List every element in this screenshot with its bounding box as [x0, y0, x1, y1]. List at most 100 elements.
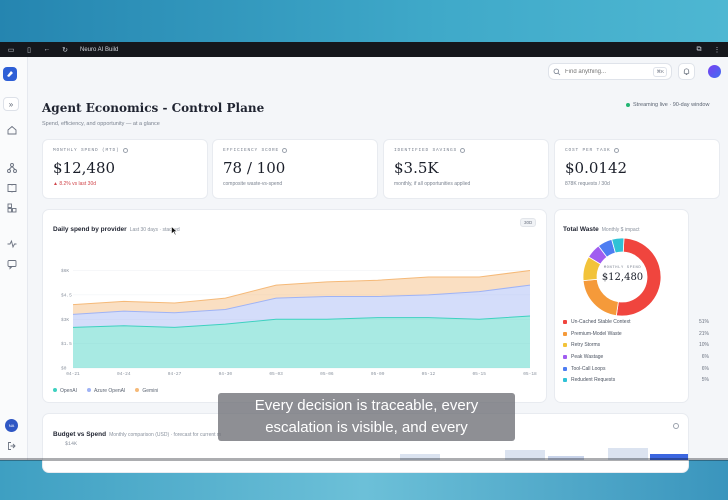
waste-item-label: Un-Cached Stable Context	[571, 318, 631, 325]
home-icon[interactable]	[6, 123, 18, 135]
legend-item-azure-openai[interactable]: Azure OpenAI	[86, 388, 125, 394]
page-title: Agent Economics - Control Plane	[42, 101, 265, 115]
legend-swatch	[563, 343, 567, 348]
y-axis-top-label: $14K	[65, 441, 78, 447]
info-icon[interactable]	[282, 148, 288, 153]
back-arrow-icon[interactable]: ←	[42, 45, 52, 54]
donut-center-label: MONTHLY SPEND	[603, 266, 642, 270]
window-edge	[0, 458, 728, 461]
video-caption: Every decision is traceable, every escal…	[218, 393, 515, 441]
search-input[interactable]	[565, 68, 645, 75]
activity-icon[interactable]	[6, 237, 18, 249]
user-avatar[interactable]: NA	[5, 419, 18, 432]
legend-swatch	[563, 366, 567, 371]
card-subtitle: Monthly comparison (USD) · forecast for …	[109, 432, 222, 438]
waste-item-label: Peak Wastage	[571, 353, 604, 360]
streaming-status: Streaming live · 90-day window	[626, 102, 709, 108]
kpi-card-monthly-spend[interactable]: MONTHLY SPEND (MTD) $12,480 ▲ 8.2% vs la…	[42, 139, 208, 199]
waste-item[interactable]: Premium-Model Waste 21%	[563, 328, 709, 340]
waste-item-label: Retry Storms	[571, 342, 601, 349]
x-tick-label: 04-27	[168, 371, 182, 377]
search-shortcut: ⌘K	[653, 66, 667, 77]
layers-icon[interactable]	[6, 201, 18, 213]
desktop-wallpaper-top	[0, 0, 728, 42]
waste-item-label: Tool-Call Loops	[571, 365, 606, 372]
network-icon[interactable]	[6, 161, 18, 173]
page-subtitle: Spend, efficiency, and opportunity — at …	[42, 121, 160, 127]
bell-icon	[683, 68, 690, 75]
waste-item[interactable]: Tool-Call Loops 6%	[563, 363, 709, 375]
kpi-note: monthly, if all opportunities applied	[394, 181, 471, 187]
waste-item[interactable]: Peak Wastage 6%	[563, 351, 709, 363]
x-tick-label: 04-21	[66, 371, 80, 377]
total-waste-card: Total Waste Monthly $ impact MONTHLY SPEN…	[554, 209, 709, 403]
legend-swatch	[563, 319, 567, 324]
chart-legend: OpenAI Azure OpenAI Gemini	[53, 388, 158, 394]
x-tick-label: 05-18	[523, 371, 537, 377]
daily-spend-card: Daily spend by provider Last 30 days · st…	[42, 209, 547, 403]
caption-line-1: Every decision is traceable, every	[254, 397, 479, 414]
kpi-label: MONTHLY SPEND (MTD)	[53, 148, 120, 153]
sidebar-toggle-icon[interactable]: ▯	[24, 45, 34, 54]
window-menu-icon[interactable]: ▭	[6, 45, 16, 54]
info-icon[interactable]	[673, 423, 679, 429]
book-icon[interactable]	[6, 181, 18, 193]
x-tick-label: 05-03	[269, 371, 283, 377]
title-bar: ▭ ▯ ← ↻ Neuro AI Build ⧉ ⋮	[0, 42, 728, 57]
kpi-note: composite waste-vs-spend	[223, 181, 283, 187]
waste-item-percent: 51%	[698, 318, 709, 325]
x-tick-label: 04-30	[219, 371, 233, 377]
extension-icon[interactable]: ⧉	[694, 45, 704, 54]
legend-swatch	[563, 331, 567, 336]
more-menu-icon[interactable]: ⋮	[712, 45, 722, 54]
kpi-value: $12,480	[53, 159, 116, 177]
waste-item[interactable]: Un-Cached Stable Context 51%	[563, 316, 709, 328]
kpi-card-efficiency-score[interactable]: EFFICIENCY SCORE 78 / 100 composite wast…	[212, 139, 378, 199]
window-title: Neuro AI Build	[80, 46, 119, 53]
waste-item-percent: 5%	[701, 377, 709, 384]
info-icon[interactable]	[460, 148, 466, 153]
kpi-note: ▲ 8.2% vs last 30d	[53, 181, 97, 187]
y-tick-label: $0	[61, 366, 67, 372]
x-tick-label: 05-12	[422, 371, 436, 377]
info-icon[interactable]	[122, 148, 128, 153]
x-tick-label: 05-15	[472, 371, 486, 377]
y-tick-label: $6K	[61, 268, 69, 274]
legend-item-gemini[interactable]: Gemini	[135, 388, 158, 394]
app-logo-icon[interactable]	[3, 67, 17, 81]
daily-spend-chart: $0 $1.5 $3K $4.5 $6K 04-21 04-24 04-27 04-30 05-0…	[61, 268, 537, 377]
info-icon[interactable]	[613, 148, 619, 153]
waste-item-percent: 10%	[698, 342, 709, 349]
legend-item-openai[interactable]: OpenAI	[53, 388, 77, 394]
donut-center-value: $12,480	[601, 272, 644, 283]
waste-item[interactable]: Redudent Requests 5%	[563, 374, 709, 386]
waste-item-percent: 6%	[701, 365, 709, 372]
kpi-value: $3.5K	[394, 159, 439, 177]
search-box[interactable]: ⌘K	[548, 63, 672, 80]
notifications-button[interactable]	[678, 63, 695, 80]
streaming-status-text: Streaming live · 90-day window	[633, 102, 710, 108]
live-dot	[626, 103, 630, 107]
caption-line-2: escalation is visible, and every	[265, 419, 468, 436]
y-tick-label: $3K	[61, 317, 69, 323]
reload-icon[interactable]: ↻	[60, 45, 70, 54]
sidebar: » NA	[0, 57, 28, 460]
messages-icon[interactable]	[6, 257, 18, 270]
waste-item-label: Redudent Requests	[571, 377, 616, 384]
kpi-card-identified-savings[interactable]: IDENTIFIED SAVINGS $3.5K monthly, if all…	[383, 139, 549, 199]
waste-item-label: Premium-Model Waste	[571, 330, 622, 337]
waste-item[interactable]: Retry Storms 10%	[563, 339, 709, 351]
kpi-label: COST PER TASK	[565, 148, 611, 153]
y-tick-label: $1.5	[61, 341, 72, 347]
x-tick-label: 05-06	[320, 371, 334, 377]
donut-slice[interactable]	[582, 278, 619, 317]
waste-item-percent: 6%	[701, 353, 709, 360]
kpi-card-cost-per-task[interactable]: COST PER TASK $0.0142 878K requests / 30…	[554, 139, 720, 199]
expand-sidebar-button[interactable]: »	[3, 97, 19, 111]
kpi-value: $0.0142	[565, 159, 628, 177]
legend-swatch	[563, 354, 567, 359]
profile-avatar[interactable]	[708, 65, 721, 78]
waste-breakdown-list: Un-Cached Stable Context 51% Premium-Model…	[563, 316, 709, 386]
search-icon	[553, 68, 561, 75]
logout-icon[interactable]	[6, 439, 18, 451]
